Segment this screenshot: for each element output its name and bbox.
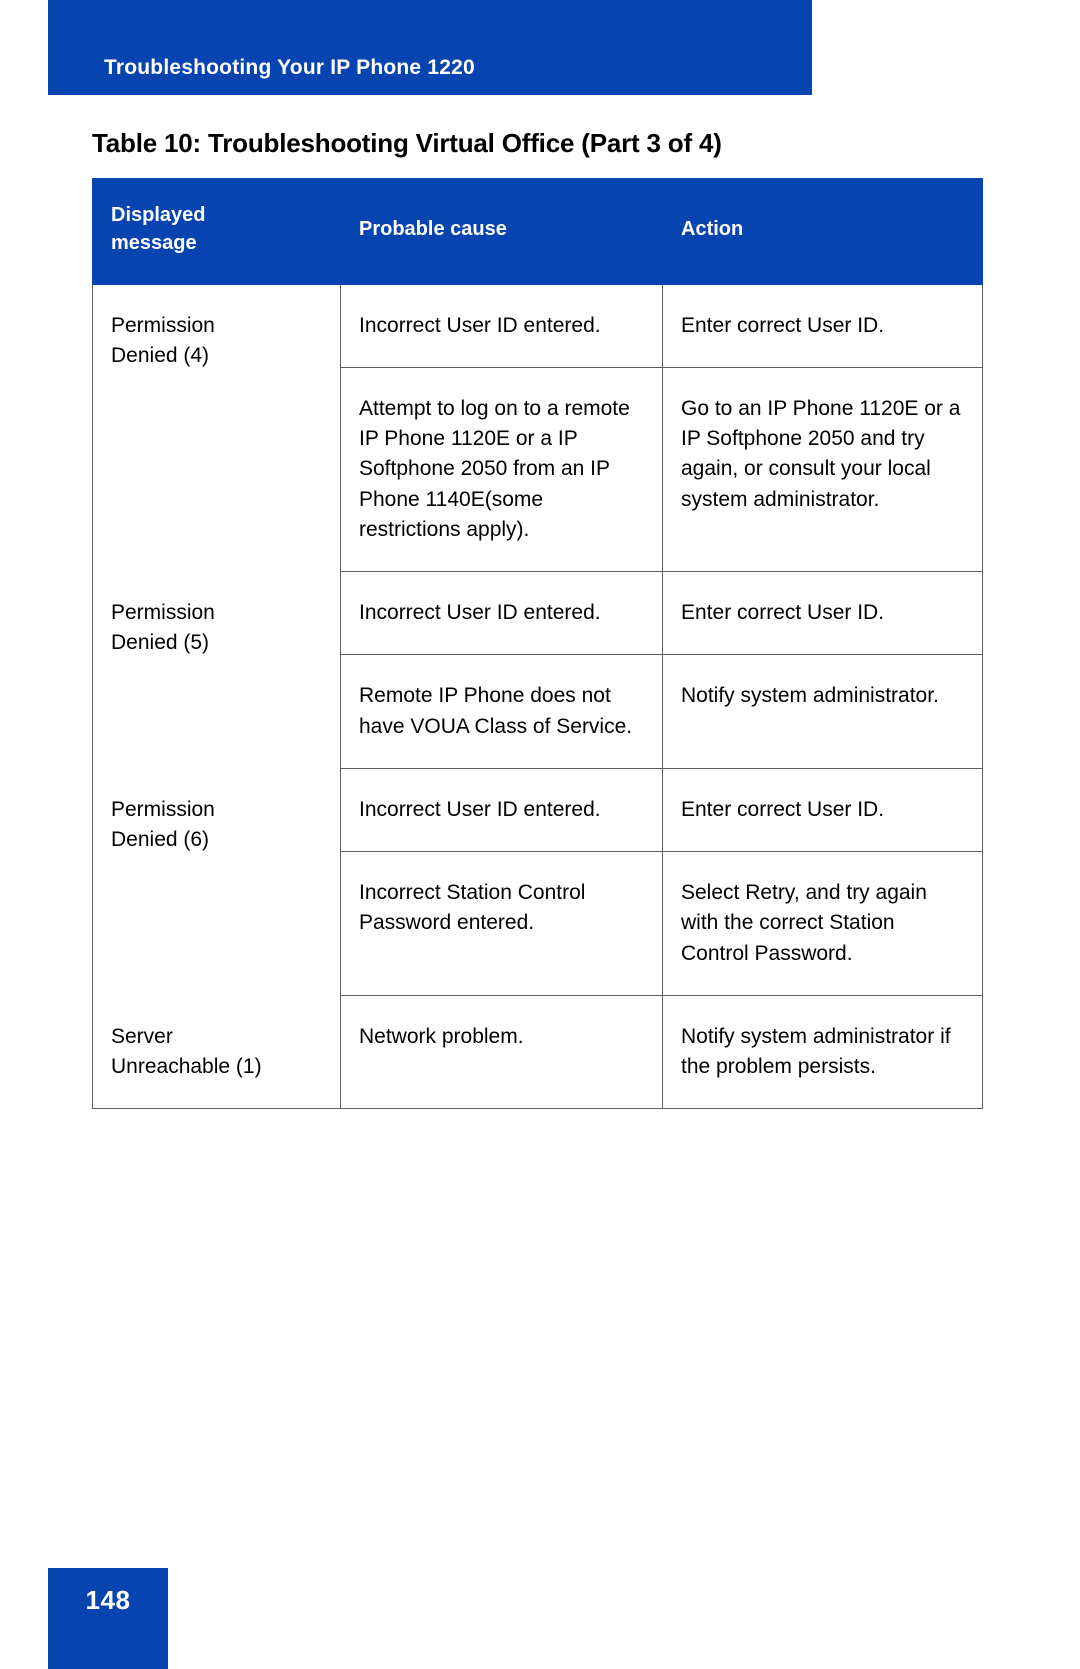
cell-action: Enter correct User ID. xyxy=(662,283,983,369)
table-container: Displayed message Probable cause Action … xyxy=(92,178,983,1110)
cell-action: Notify system administrator. xyxy=(662,654,983,769)
message-line-1: Permission xyxy=(111,313,215,337)
cell-displayed-message: Permission Denied (5) xyxy=(92,571,341,769)
cell-probable-cause: Remote IP Phone does not have VOUA Class… xyxy=(340,654,663,769)
page-number: 148 xyxy=(85,1585,131,1615)
cell-probable-cause: Incorrect User ID entered. xyxy=(340,283,663,369)
table-row: Server Unreachable (1) Network problem. … xyxy=(92,994,983,1110)
table-head: Displayed message Probable cause Action xyxy=(92,178,983,285)
message-line-1: Permission xyxy=(111,601,215,625)
message-line-1: Server xyxy=(111,1024,173,1048)
table-header-row: Displayed message Probable cause Action xyxy=(92,178,983,285)
troubleshooting-table: Displayed message Probable cause Action … xyxy=(92,178,983,1110)
cell-probable-cause: Network problem. xyxy=(340,994,663,1110)
cell-probable-cause: Incorrect User ID entered. xyxy=(340,767,663,853)
column-header-line-1: Displayed xyxy=(111,204,206,226)
column-header-displayed-message: Displayed message xyxy=(92,178,341,285)
page-number-band: 148 xyxy=(48,1568,168,1669)
table-row: Permission Denied (4) Incorrect User ID … xyxy=(92,283,983,572)
cell-action: Select Retry, and try again with the cor… xyxy=(662,851,983,996)
running-header-title: Troubleshooting Your IP Phone 1220 xyxy=(104,56,475,79)
table-row: Permission Denied (6) Incorrect User ID … xyxy=(92,767,983,996)
cell-displayed-message: Server Unreachable (1) xyxy=(92,994,341,1110)
table-body: Permission Denied (4) Incorrect User ID … xyxy=(92,283,983,1110)
message-line-2: Unreachable (1) xyxy=(111,1055,262,1079)
cell-probable-cause: Attempt to log on to a remote IP Phone 1… xyxy=(340,367,663,573)
page-header-band xyxy=(48,0,812,95)
cell-probable-cause: Incorrect User ID entered. xyxy=(340,571,663,656)
table-row: Permission Denied (5) Incorrect User ID … xyxy=(92,571,983,769)
cell-displayed-message: Permission Denied (6) xyxy=(92,767,341,996)
cell-action: Notify system administrator if the probl… xyxy=(662,994,983,1110)
message-line-2: Denied (6) xyxy=(111,828,210,852)
message-line-1: Permission xyxy=(111,797,215,821)
cell-action: Go to an IP Phone 1120E or a IP Softphon… xyxy=(662,367,983,573)
cell-probable-cause: Incorrect Station Control Password enter… xyxy=(340,851,663,996)
table-caption: Table 10: Troubleshooting Virtual Office… xyxy=(92,128,722,158)
cell-action: Enter correct User ID. xyxy=(662,767,983,853)
column-header-probable-cause: Probable cause xyxy=(340,178,663,285)
message-line-2: Denied (4) xyxy=(111,344,210,368)
column-header-line-2: message xyxy=(111,232,197,255)
column-header-action: Action xyxy=(662,178,983,285)
cell-action: Enter correct User ID. xyxy=(662,571,983,656)
cell-displayed-message: Permission Denied (4) xyxy=(92,283,341,572)
message-line-2: Denied (5) xyxy=(111,631,210,655)
